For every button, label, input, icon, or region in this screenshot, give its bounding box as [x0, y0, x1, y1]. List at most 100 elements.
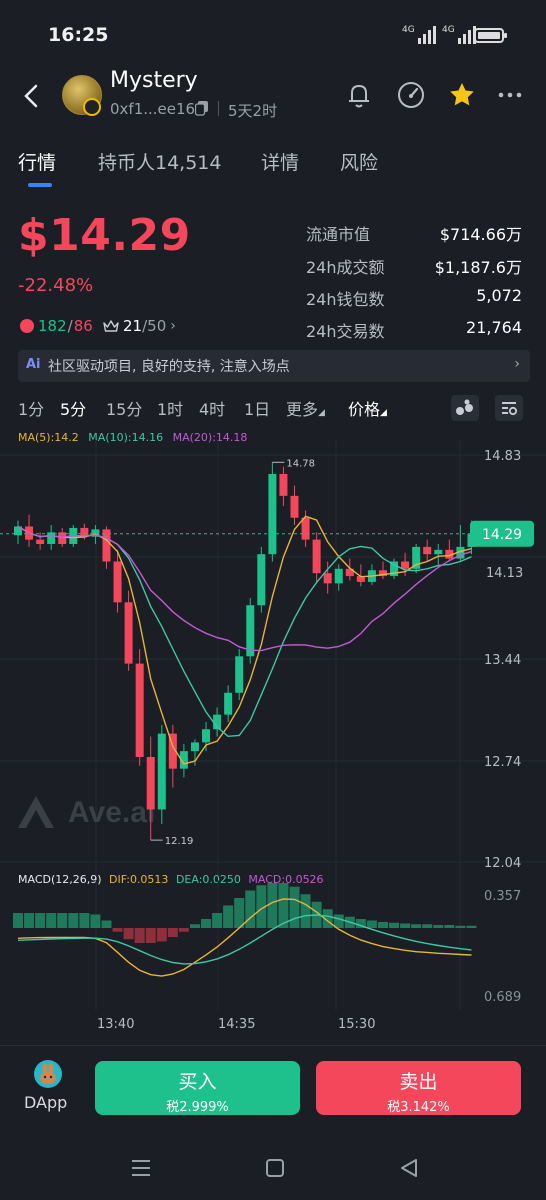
- interval-1h[interactable]: 1时: [157, 396, 183, 420]
- star-icon[interactable]: [447, 80, 477, 110]
- interval-4h[interactable]: 4时: [199, 396, 225, 420]
- back-arrow-icon[interactable]: [18, 78, 46, 114]
- macd-bar: [167, 928, 178, 937]
- macd-bar: [201, 919, 212, 928]
- network-type: 4G: [402, 25, 415, 35]
- chain-badge-icon: [83, 98, 101, 116]
- y-axis-label: 12.04: [484, 856, 521, 871]
- y-axis-label: 13.44: [484, 653, 521, 668]
- interval-5m[interactable]: 5分: [60, 396, 86, 420]
- y-axis-label: 14.83: [484, 449, 521, 464]
- candle-body: [257, 554, 266, 606]
- tab-market[interactable]: 行情: [18, 148, 56, 175]
- candle-body: [202, 729, 211, 743]
- macd-bar: [300, 894, 311, 928]
- buy-tax: 税2.999%: [166, 1100, 229, 1115]
- buy-button[interactable]: 买入 税2.999%: [95, 1061, 300, 1115]
- interval-1d[interactable]: 1日: [244, 396, 270, 420]
- tab-risk[interactable]: 风险: [340, 148, 378, 175]
- sell-count: 86: [73, 317, 93, 335]
- indicator-icon[interactable]: [450, 394, 480, 422]
- candle-body: [113, 561, 122, 603]
- gauge-icon[interactable]: [396, 80, 426, 110]
- top-holders[interactable]: 21/50 ›: [103, 314, 176, 338]
- copy-icon[interactable]: [195, 100, 209, 116]
- buy-label: 买入: [178, 1071, 217, 1093]
- interval-more[interactable]: 更多◢: [286, 396, 325, 420]
- macd-bar: [79, 913, 90, 928]
- bunny-icon: [40, 1063, 56, 1084]
- macd-chart[interactable]: 0.357 0.689: [0, 880, 546, 1010]
- ai-notice-banner[interactable]: Ai 社区驱动项目, 良好的支持, 注意入场点 ›: [18, 350, 530, 382]
- macd-bar: [422, 924, 433, 928]
- stat-label: 流通市值: [306, 225, 371, 244]
- interval-1m[interactable]: 1分: [18, 396, 44, 420]
- macd-bar: [134, 928, 145, 943]
- candle-body: [36, 539, 45, 544]
- candle-body: [146, 756, 155, 810]
- stat-value: 21,764: [466, 318, 522, 337]
- interval-bar: 1分 5分 15分 1时 4时 1日 更多◢ 价格◢: [0, 394, 546, 424]
- macd-bar: [46, 913, 57, 928]
- dapp-label[interactable]: DApp: [24, 1093, 67, 1112]
- menu-icon[interactable]: [130, 1158, 152, 1178]
- candle-body: [235, 656, 244, 693]
- low-label: 12.19: [165, 836, 194, 847]
- tab-details[interactable]: 详情: [261, 148, 299, 175]
- chevron-right-icon: ›: [514, 356, 520, 372]
- dapp-icon[interactable]: [34, 1060, 62, 1088]
- candle-body: [401, 561, 410, 569]
- candle-body: [279, 473, 288, 496]
- macd-bar: [400, 923, 411, 928]
- candle-body: [135, 663, 144, 757]
- macd-bar: [112, 928, 123, 932]
- candle-body: [157, 733, 166, 810]
- home-icon[interactable]: [264, 1157, 286, 1179]
- interval-more-label: 更多: [286, 400, 319, 419]
- candle-body: [268, 473, 277, 555]
- holders-total: /50: [142, 317, 167, 335]
- x-axis-label: 15:30: [338, 1017, 376, 1032]
- buy-sell-count[interactable]: 182/86: [20, 314, 93, 338]
- ma20-line: [17, 525, 472, 652]
- sell-tax: 税3.142%: [387, 1100, 450, 1115]
- y-axis-label: 12.74: [484, 755, 521, 770]
- sell-label: 卖出: [399, 1071, 438, 1093]
- more-icon[interactable]: [496, 80, 526, 110]
- macd-bar: [389, 922, 400, 928]
- macd-bar: [178, 928, 189, 932]
- caret-icon: ◢: [318, 408, 325, 418]
- macd-bar: [13, 913, 23, 928]
- candle-body: [301, 517, 310, 540]
- ma10-line: [17, 525, 472, 738]
- divider: [218, 101, 219, 116]
- high-label: 14.78: [286, 458, 315, 469]
- macd-bar: [267, 883, 278, 928]
- candle-body: [124, 602, 133, 664]
- price-mode-select[interactable]: 价格◢: [348, 396, 387, 420]
- bell-icon[interactable]: [344, 80, 374, 110]
- macd-bar: [366, 920, 377, 928]
- caret-icon: ◢: [380, 408, 387, 418]
- sell-button[interactable]: 卖出 税3.142%: [316, 1061, 521, 1115]
- macd-bar: [234, 898, 245, 928]
- stat-label: 24h钱包数: [306, 290, 385, 309]
- notice-text: 社区驱动项目, 良好的支持, 注意入场点: [48, 359, 290, 375]
- macd-bar: [433, 925, 444, 928]
- interval-15m[interactable]: 15分: [106, 396, 142, 420]
- back-icon[interactable]: [398, 1157, 420, 1179]
- tab-bar: 行情 持币人14,514 详情 风险: [0, 145, 546, 195]
- macd-bar: [156, 928, 167, 942]
- macd-bar: [101, 920, 112, 928]
- price-mode-label: 价格: [348, 400, 381, 419]
- macd-bar: [212, 913, 223, 928]
- stat-value: 5,072: [476, 286, 522, 305]
- price-chart[interactable]: Ave.ai 14.29 14.83 14.13 13.44 12.74 12.04 14.7…: [0, 440, 546, 880]
- candle-body: [312, 539, 321, 574]
- stat-label: 24h成交额: [306, 258, 385, 277]
- candle-body: [290, 495, 299, 518]
- candle-body: [423, 546, 432, 555]
- tab-holders[interactable]: 持币人14,514: [98, 148, 221, 175]
- chart-settings-icon[interactable]: [494, 394, 524, 422]
- macd-bar: [35, 913, 46, 928]
